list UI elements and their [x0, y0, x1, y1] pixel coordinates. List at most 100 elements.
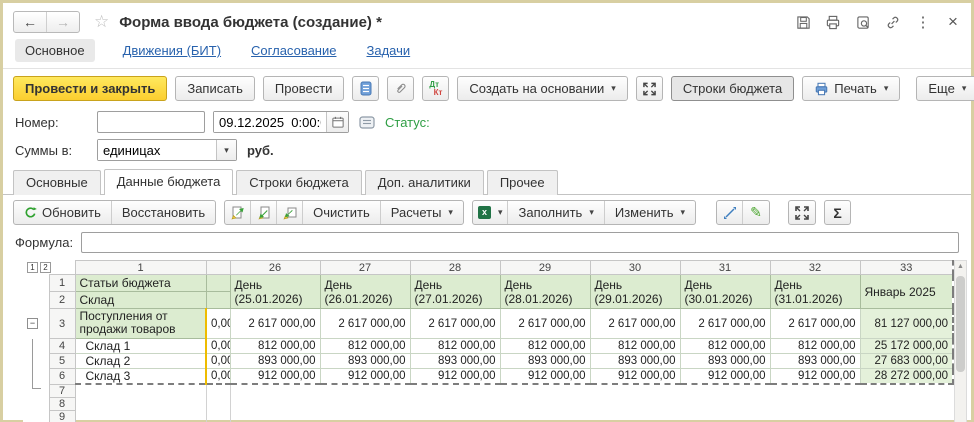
day-header-28[interactable]: День(27.01.2026) — [410, 275, 500, 309]
column-header-1[interactable]: 1 — [75, 261, 206, 275]
column-header-28[interactable]: 28 — [410, 261, 500, 275]
fill-button[interactable]: Заполнить ▾ — [508, 201, 604, 224]
column-header-31[interactable]: 31 — [680, 261, 770, 275]
printer-icon[interactable] — [825, 14, 841, 30]
column-header-30[interactable]: 30 — [590, 261, 680, 275]
copy-data-button[interactable] — [277, 201, 303, 224]
tab-stroki-byudzheta[interactable]: Строки бюджета — [236, 170, 361, 195]
restore-button[interactable]: Восстановить — [112, 201, 215, 224]
post-and-close-button[interactable]: Провести и закрыть — [13, 76, 167, 101]
row-header-3[interactable]: 3 — [49, 309, 75, 339]
print-button[interactable]: Печать ▾ — [802, 76, 900, 101]
day-cell-4-31[interactable]: 812 000,00 — [680, 339, 770, 354]
day-cell-6-27[interactable]: 912 000,00 — [320, 369, 410, 385]
row-header-8[interactable]: 8 — [49, 397, 75, 410]
favorite-star-icon[interactable]: ☆ — [94, 12, 109, 32]
row-header-9[interactable]: 9 — [49, 410, 75, 422]
write-button[interactable]: Записать — [175, 76, 255, 101]
meta-cell-narrow[interactable] — [206, 275, 230, 292]
attachments-button[interactable] — [387, 76, 414, 101]
row-header-5[interactable]: 5 — [49, 354, 75, 369]
day-cell-6-31[interactable]: 912 000,00 — [680, 369, 770, 385]
day-cell-4-26[interactable]: 812 000,00 — [230, 339, 320, 354]
tab-osnovnye[interactable]: Основные — [13, 170, 101, 195]
day-cell-3-28[interactable]: 2 617 000,00 — [410, 309, 500, 339]
empty-cell-7[interactable] — [75, 384, 206, 397]
day-cell-5-32[interactable]: 893 000,00 — [770, 354, 860, 369]
month-cell-6[interactable]: 28 272 000,00 — [860, 369, 953, 385]
day-cell-4-29[interactable]: 812 000,00 — [500, 339, 590, 354]
day-cell-3-31[interactable]: 2 617 000,00 — [680, 309, 770, 339]
sums-input[interactable] — [98, 140, 216, 160]
row-header-7[interactable]: 7 — [49, 384, 75, 397]
clear-button[interactable]: Очистить — [303, 201, 381, 224]
nav-tab-soglasovanie[interactable]: Согласование — [249, 39, 338, 62]
group-level-1-button[interactable]: 1 — [27, 262, 38, 273]
preview-icon[interactable] — [855, 14, 871, 30]
day-header-29[interactable]: День(28.01.2026) — [500, 275, 590, 309]
month-header[interactable]: Январь 2025 — [860, 275, 953, 309]
column-header-hidden[interactable] — [206, 261, 230, 275]
day-cell-5-28[interactable]: 893 000,00 — [410, 354, 500, 369]
day-header-30[interactable]: День(29.01.2026) — [590, 275, 680, 309]
day-cell-3-27[interactable]: 2 617 000,00 — [320, 309, 410, 339]
day-cell-4-32[interactable]: 812 000,00 — [770, 339, 860, 354]
dtkt-postings-button[interactable]: Дт Кт — [422, 76, 449, 101]
more-menu-icon[interactable]: ⋮ — [915, 14, 931, 30]
budget-lines-button[interactable]: Строки бюджета — [671, 76, 794, 101]
refresh-button[interactable]: Обновить — [14, 201, 112, 224]
link-icon[interactable] — [885, 14, 901, 30]
tab-dop-analitiki[interactable]: Доп. аналитики — [365, 170, 484, 195]
day-cell-5-31[interactable]: 893 000,00 — [680, 354, 770, 369]
day-cell-5-27[interactable]: 893 000,00 — [320, 354, 410, 369]
nav-tab-dvizheniya[interactable]: Движения (БИТ) — [121, 39, 223, 62]
empty-cells-7[interactable] — [230, 384, 953, 397]
zero-cell-6[interactable]: 0,00 — [206, 369, 230, 385]
close-icon[interactable]: × — [945, 14, 961, 30]
day-header-32[interactable]: День(31.01.2026) — [770, 275, 860, 309]
forward-button[interactable]: → — [46, 12, 79, 32]
unload-data-button[interactable] — [251, 201, 277, 224]
day-header-27[interactable]: День(26.01.2026) — [320, 275, 410, 309]
column-header-33[interactable]: 33 — [860, 261, 953, 275]
column-header-27[interactable]: 27 — [320, 261, 410, 275]
back-button[interactable]: ← — [14, 12, 46, 32]
month-cell-3[interactable]: 81 127 000,00 — [860, 309, 953, 339]
day-header-26[interactable]: День(25.01.2026) — [230, 275, 320, 309]
calculations-button[interactable]: Расчеты ▾ — [381, 201, 463, 224]
column-header-29[interactable]: 29 — [500, 261, 590, 275]
collapse-group-button[interactable]: − — [27, 318, 38, 329]
row-header-2[interactable]: 2 — [49, 292, 75, 309]
month-cell-4[interactable]: 25 172 000,00 — [860, 339, 953, 354]
day-cell-5-26[interactable]: 893 000,00 — [230, 354, 320, 369]
row-header-1[interactable]: 1 — [49, 275, 75, 292]
save-icon[interactable] — [795, 14, 811, 30]
empty-cells-9[interactable] — [230, 410, 953, 422]
empty-cell-narrow-7[interactable] — [206, 384, 230, 397]
meta-cell-1[interactable]: Статьи бюджета — [75, 275, 206, 292]
change-button[interactable]: Изменить ▾ — [605, 201, 695, 224]
day-cell-3-30[interactable]: 2 617 000,00 — [590, 309, 680, 339]
day-cell-3-32[interactable]: 2 617 000,00 — [770, 309, 860, 339]
name-cell-3[interactable]: Поступления от продажи товаров — [75, 309, 206, 339]
empty-cells-8[interactable] — [230, 397, 953, 410]
post-button[interactable]: Провести — [263, 76, 345, 101]
comment-icon[interactable] — [359, 116, 375, 129]
sum-button[interactable]: Σ — [824, 200, 851, 225]
column-header-26[interactable]: 26 — [230, 261, 320, 275]
day-header-31[interactable]: День(30.01.2026) — [680, 275, 770, 309]
nav-tab-osnovnoe[interactable]: Основное — [15, 39, 95, 62]
tab-prochee[interactable]: Прочее — [487, 170, 558, 195]
day-cell-4-27[interactable]: 812 000,00 — [320, 339, 410, 354]
nav-tab-zadachi[interactable]: Задачи — [364, 39, 412, 62]
scrollbar-thumb[interactable] — [956, 276, 965, 372]
day-cell-6-30[interactable]: 912 000,00 — [590, 369, 680, 385]
edit-cell-button[interactable]: ✎ — [743, 201, 769, 224]
chevron-down-icon[interactable]: ▾ — [216, 140, 236, 160]
day-cell-6-29[interactable]: 912 000,00 — [500, 369, 590, 385]
row-header-6[interactable]: 6 — [49, 369, 75, 385]
day-cell-5-30[interactable]: 893 000,00 — [590, 354, 680, 369]
group-level-2-button[interactable]: 2 — [40, 262, 51, 273]
number-input[interactable] — [97, 111, 205, 133]
day-cell-4-30[interactable]: 812 000,00 — [590, 339, 680, 354]
